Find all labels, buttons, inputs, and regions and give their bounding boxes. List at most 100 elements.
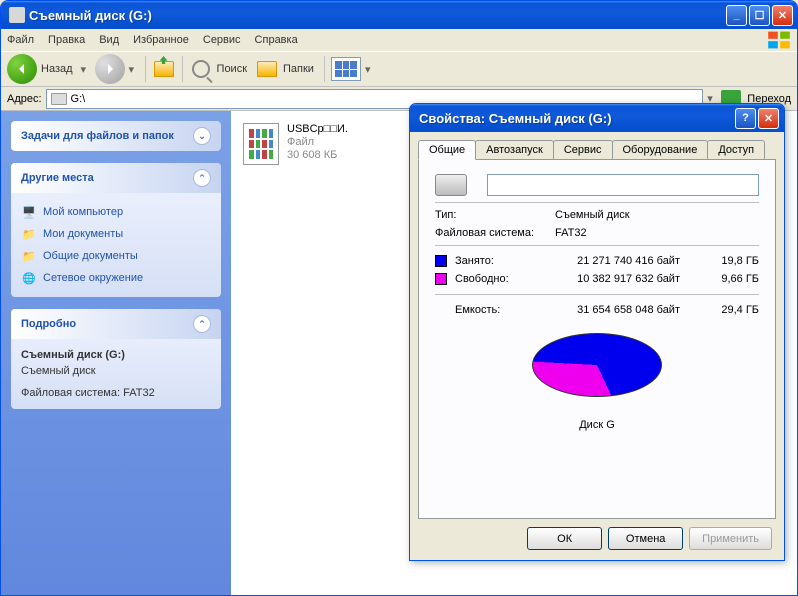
sidebar-item-label: Сетевое окружение: [43, 272, 143, 284]
drive-icon: [51, 93, 67, 105]
details-panel: Подробно ⌃ Съемный диск (G:) Съемный дис…: [11, 309, 221, 409]
folders-label[interactable]: Папки: [283, 63, 314, 75]
tab-sharing[interactable]: Доступ: [707, 140, 765, 159]
used-bytes: 21 271 740 416 байт: [540, 255, 680, 267]
drive-icon: [9, 7, 25, 23]
sidebar: Задачи для файлов и папок ⌄ Другие места…: [1, 111, 231, 595]
close-button[interactable]: ✕: [772, 5, 793, 26]
details-header[interactable]: Подробно ⌃: [11, 309, 221, 339]
views-button[interactable]: [331, 57, 361, 81]
folder-icon: 📁: [21, 226, 37, 242]
free-label: Свободно:: [455, 273, 540, 285]
network-icon: 🌐: [21, 270, 37, 286]
sidebar-item-my-documents[interactable]: 📁 Мои документы: [21, 223, 211, 245]
menu-file[interactable]: Файл: [7, 34, 34, 46]
type-label: Тип:: [435, 209, 555, 221]
back-label[interactable]: Назад: [41, 63, 73, 75]
places-header-label: Другие места: [21, 172, 94, 184]
dialog-titlebar[interactable]: Свойства: Съемный диск (G:) ? ✕: [410, 104, 784, 132]
menu-help[interactable]: Справка: [255, 34, 298, 46]
menu-view[interactable]: Вид: [99, 34, 119, 46]
cancel-button[interactable]: Отмена: [608, 527, 683, 550]
separator: [145, 56, 146, 82]
tasks-header[interactable]: Задачи для файлов и папок ⌄: [11, 121, 221, 151]
chevron-up-icon[interactable]: ⌃: [193, 315, 211, 333]
up-button[interactable]: [152, 57, 176, 81]
tabs: Общие Автозапуск Сервис Оборудование Дос…: [418, 140, 776, 159]
disk-usage-pie-chart: [532, 333, 662, 411]
fs-label: Файловая система:: [435, 227, 555, 239]
sidebar-item-network[interactable]: 🌐 Сетевое окружение: [21, 267, 211, 289]
chevron-down-icon[interactable]: ⌄: [193, 127, 211, 145]
search-icon[interactable]: [189, 57, 213, 81]
used-space-row: Занято: 21 271 740 416 байт 19,8 ГБ: [435, 252, 759, 270]
tab-hardware[interactable]: Оборудование: [612, 140, 709, 159]
sidebar-item-my-computer[interactable]: 🖥️ Мой компьютер: [21, 201, 211, 223]
places-panel: Другие места ⌃ 🖥️ Мой компьютер 📁 Мои до…: [11, 163, 221, 297]
tasks-header-label: Задачи для файлов и папок: [21, 130, 174, 142]
address-label: Адрес:: [7, 93, 42, 105]
detail-fs: Файловая система: FAT32: [21, 385, 211, 401]
file-size: 30 608 КБ: [287, 149, 348, 161]
help-button[interactable]: ?: [735, 108, 756, 129]
type-value: Съемный диск: [555, 209, 759, 221]
dialog-title: Свойства: Съемный диск (G:): [415, 111, 735, 126]
computer-icon: 🖥️: [21, 204, 37, 220]
window-title: Съемный диск (G:): [29, 8, 726, 23]
places-header[interactable]: Другие места ⌃: [11, 163, 221, 193]
dialog-close-button[interactable]: ✕: [758, 108, 779, 129]
views-dropdown-icon[interactable]: ▾: [365, 63, 375, 76]
forward-button[interactable]: [95, 54, 125, 84]
properties-dialog: Свойства: Съемный диск (G:) ? ✕ Общие Ав…: [409, 103, 785, 561]
sidebar-item-label: Общие документы: [43, 250, 138, 262]
sidebar-item-shared-documents[interactable]: 📁 Общие документы: [21, 245, 211, 267]
address-value: G:\: [71, 93, 86, 105]
separator: [182, 56, 183, 82]
tab-content: Тип: Съемный диск Файловая система: FAT3…: [418, 159, 776, 519]
capacity-bytes: 31 654 658 048 байт: [540, 304, 680, 316]
apply-button: Применить: [689, 527, 772, 550]
ok-button[interactable]: ОК: [527, 527, 602, 550]
details-header-label: Подробно: [21, 318, 76, 330]
free-bytes: 10 382 917 632 байт: [540, 273, 680, 285]
drive-name-input[interactable]: [487, 174, 759, 196]
titlebar[interactable]: Съемный диск (G:) _ ☐ ✕: [1, 1, 797, 29]
menu-edit[interactable]: Правка: [48, 34, 85, 46]
windows-logo-icon: [767, 30, 791, 50]
menu-tools[interactable]: Сервис: [203, 34, 241, 46]
free-gb: 9,66 ГБ: [680, 273, 759, 285]
pie-label: Диск G: [579, 419, 615, 431]
used-color-icon: [435, 255, 447, 267]
tasks-panel: Задачи для файлов и папок ⌄: [11, 121, 221, 151]
sidebar-item-label: Мои документы: [43, 228, 123, 240]
search-label[interactable]: Поиск: [217, 63, 247, 75]
back-dropdown-icon[interactable]: ▾: [81, 63, 91, 76]
detail-type: Съемный диск: [21, 363, 211, 379]
file-icon: [243, 123, 279, 165]
separator: [324, 56, 325, 82]
back-button[interactable]: [7, 54, 37, 84]
menu-favorites[interactable]: Избранное: [133, 34, 189, 46]
free-space-row: Свободно: 10 382 917 632 байт 9,66 ГБ: [435, 270, 759, 288]
capacity-row: Емкость: 31 654 658 048 байт 29,4 ГБ: [435, 301, 759, 319]
forward-dropdown-icon[interactable]: ▾: [129, 63, 139, 76]
file-name: USBCp□□И.: [287, 123, 348, 135]
capacity-gb: 29,4 ГБ: [680, 304, 759, 316]
used-label: Занято:: [455, 255, 540, 267]
maximize-button[interactable]: ☐: [749, 5, 770, 26]
detail-name: Съемный диск (G:): [21, 347, 211, 363]
drive-large-icon: [435, 174, 467, 196]
chevron-up-icon[interactable]: ⌃: [193, 169, 211, 187]
menubar: Файл Правка Вид Избранное Сервис Справка: [1, 29, 797, 51]
tab-autorun[interactable]: Автозапуск: [475, 140, 554, 159]
tab-general[interactable]: Общие: [418, 140, 476, 160]
folder-icon: 📁: [21, 248, 37, 264]
folders-button[interactable]: [255, 57, 279, 81]
file-type: Файл: [287, 136, 348, 148]
minimize-button[interactable]: _: [726, 5, 747, 26]
fs-value: FAT32: [555, 227, 759, 239]
tab-tools[interactable]: Сервис: [553, 140, 613, 159]
used-gb: 19,8 ГБ: [680, 255, 759, 267]
toolbar: Назад ▾ ▾ Поиск Папки ▾: [1, 51, 797, 87]
capacity-label: Емкость:: [455, 304, 540, 316]
